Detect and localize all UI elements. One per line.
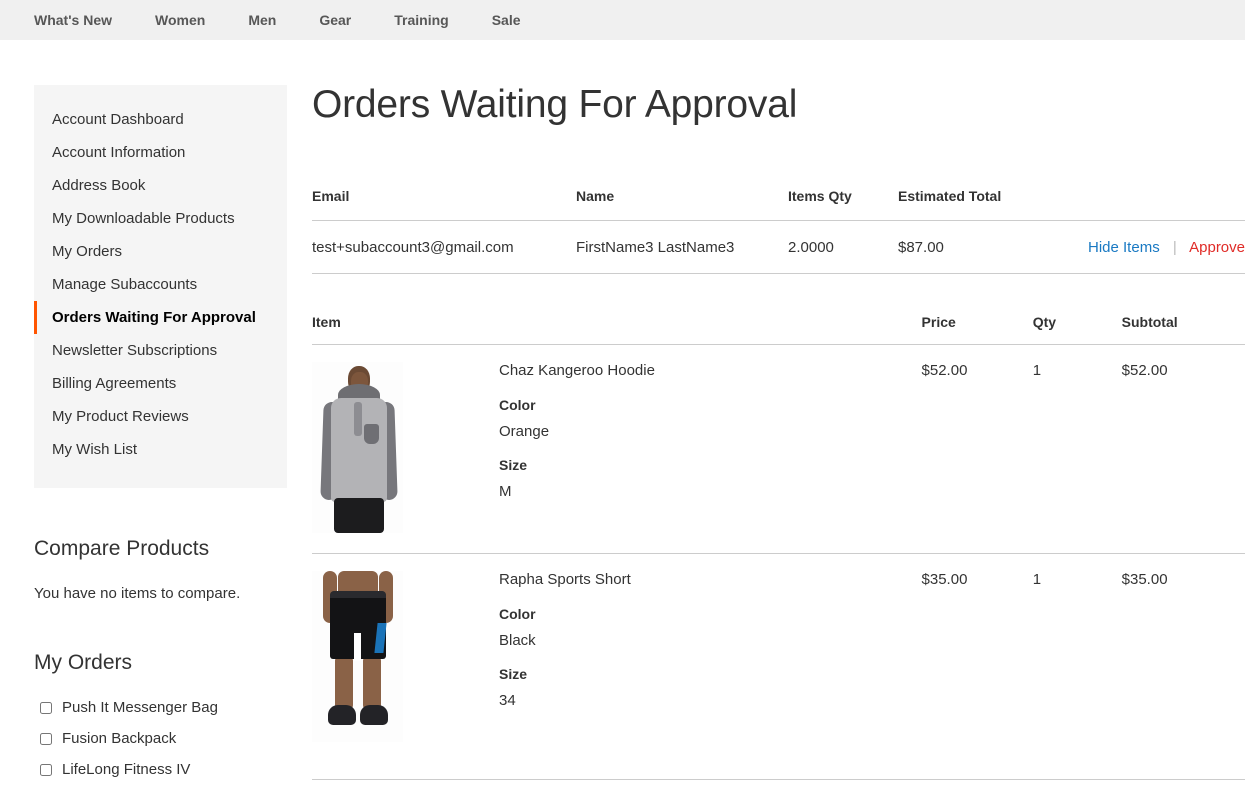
my-orders-item-label: Push It Messenger Bag [62,699,218,717]
product-qty: 1 [1032,570,1042,588]
items-header-row: Item Price Qty Subtotal [312,291,1245,345]
option-value-size: 34 [499,691,516,709]
nav-item-whats-new[interactable]: What's New [34,12,112,28]
nav-item-women[interactable]: Women [155,12,205,28]
order-items-qty: 1.0000 [788,779,898,800]
product-thumbnail-cell [312,553,499,762]
option-label-size: Size [499,665,528,682]
my-orders-checkbox[interactable] [40,763,52,776]
column-header-estimated-total: Estimated Total [898,187,1048,221]
sidebar-item-my-wish-list[interactable]: My Wish List [34,433,287,466]
table-row: test+subaccount3@gmail.com FirstName3 La… [312,220,1245,274]
my-orders-item-label: LifeLong Fitness IV [62,761,191,779]
order-actions: Hide Items | Approve [1048,220,1245,274]
shorts-thumbnail [312,570,403,742]
product-subtotal: $35.00 [1121,570,1168,588]
nav-item-gear[interactable]: Gear [319,12,351,28]
column-header-email: Email [312,187,576,221]
sidebar-item-account-information[interactable]: Account Information [34,136,287,169]
page-body: Account Dashboard Account Information Ad… [0,40,1245,800]
my-orders-checkbox[interactable] [40,701,52,714]
my-orders-list: Push It Messenger Bag Fusion Backpack Li… [34,699,287,778]
sidebar-item-my-orders[interactable]: My Orders [34,235,287,268]
sidebar-item-my-downloadable-products[interactable]: My Downloadable Products [34,202,287,235]
order-items-container: Item Price Qty Subtotal Chaz Kangeroo Ho… [312,273,1245,780]
order-email: test+subaccount3@gmail.com [312,220,576,274]
product-subtotal: $52.00 [1121,344,1245,554]
sidebar-item-my-product-reviews[interactable]: My Product Reviews [34,400,287,433]
table-header-row: Email Name Items Qty Estimated Total [312,187,1245,221]
sidebar-item-manage-subaccounts[interactable]: Manage Subaccounts [34,268,287,301]
column-header-subtotal: Subtotal [1121,291,1245,345]
column-header-item: Item [312,291,922,345]
option-value-color: Orange [499,422,550,440]
product-name: Chaz Kangeroo Hoodie [499,361,655,379]
option-label-size: Size [499,456,528,473]
hide-items-link[interactable]: Hide Items [1088,239,1160,256]
order-item-row: Chaz Kangeroo Hoodie Color Orange Size M… [312,344,1245,554]
table-row: test+subaccount2@gmail.com FirstName2 La… [312,779,1245,800]
compare-products-block: Compare Products You have no items to co… [34,536,287,602]
order-estimated-total: $87.00 [898,220,1048,274]
product-details-cell: Rapha Sports Short Color Black Size 34 [499,553,922,762]
product-qty: 1 [1032,344,1122,554]
option-label-color: Color [499,605,536,622]
order-items-qty: 2.0000 [788,220,898,274]
column-header-qty: Qty [1032,291,1122,345]
main-navigation: What's New Women Men Gear Training Sale [0,0,1245,40]
order-estimated-total: $75.00 [898,779,1048,800]
order-email: test+subaccount2@gmail.com [312,779,576,800]
my-orders-item-label: Fusion Backpack [62,730,177,748]
column-header-actions [1048,187,1245,221]
my-orders-checkbox[interactable] [40,732,52,745]
sidebar: Account Dashboard Account Information Ad… [34,85,287,792]
action-separator: | [1172,238,1177,256]
product-price: $52.00 [921,344,1033,554]
list-item[interactable]: LifeLong Fitness IV [34,761,287,778]
product-price: $35.00 [921,570,968,588]
column-header-items-qty: Items Qty [788,187,898,221]
list-item[interactable]: Fusion Backpack [34,730,287,747]
main-content: Orders Waiting For Approval Email Name I… [312,83,1245,800]
page-title: Orders Waiting For Approval [312,83,798,126]
option-value-size: M [499,482,512,500]
sidebar-item-account-dashboard[interactable]: Account Dashboard [34,103,287,136]
sidebar-item-billing-agreements[interactable]: Billing Agreements [34,367,287,400]
approve-link[interactable]: Approve [1189,239,1245,256]
compare-products-empty-text: You have no items to compare. [34,585,241,603]
hoodie-thumbnail [312,361,403,533]
account-navigation: Account Dashboard Account Information Ad… [34,85,287,488]
list-item[interactable]: Push It Messenger Bag [34,699,287,716]
product-thumbnail-cell [312,344,499,554]
nav-item-sale[interactable]: Sale [492,12,521,28]
column-header-name: Name [576,187,788,221]
nav-item-training[interactable]: Training [394,12,448,28]
my-orders-block: My Orders Push It Messenger Bag Fusion B… [34,650,287,778]
orders-waiting-approval-table: Email Name Items Qty Estimated Total tes… [312,187,1245,800]
sidebar-item-orders-waiting-for-approval[interactable]: Orders Waiting For Approval [34,301,287,334]
option-label-color: Color [499,396,536,413]
sidebar-item-newsletter-subscriptions[interactable]: Newsletter Subscriptions [34,334,287,367]
my-orders-title: My Orders [34,651,133,675]
column-header-price: Price [921,291,1033,345]
order-name: FirstName2 LastName2 [576,779,788,800]
order-item-row: Rapha Sports Short Color Black Size 34 $… [312,553,1245,762]
product-name: Rapha Sports Short [499,570,631,588]
order-items-table: Item Price Qty Subtotal Chaz Kangeroo Ho… [312,291,1245,762]
option-value-color: Black [499,631,536,649]
order-items-row: Item Price Qty Subtotal Chaz Kangeroo Ho… [312,273,1245,780]
order-actions: Show Items | Approve [1048,779,1245,800]
nav-item-men[interactable]: Men [248,12,276,28]
order-name: FirstName3 LastName3 [576,220,788,274]
compare-products-title: Compare Products [34,537,210,560]
sidebar-item-address-book[interactable]: Address Book [34,169,287,202]
product-details-cell: Chaz Kangeroo Hoodie Color Orange Size M [499,344,922,554]
